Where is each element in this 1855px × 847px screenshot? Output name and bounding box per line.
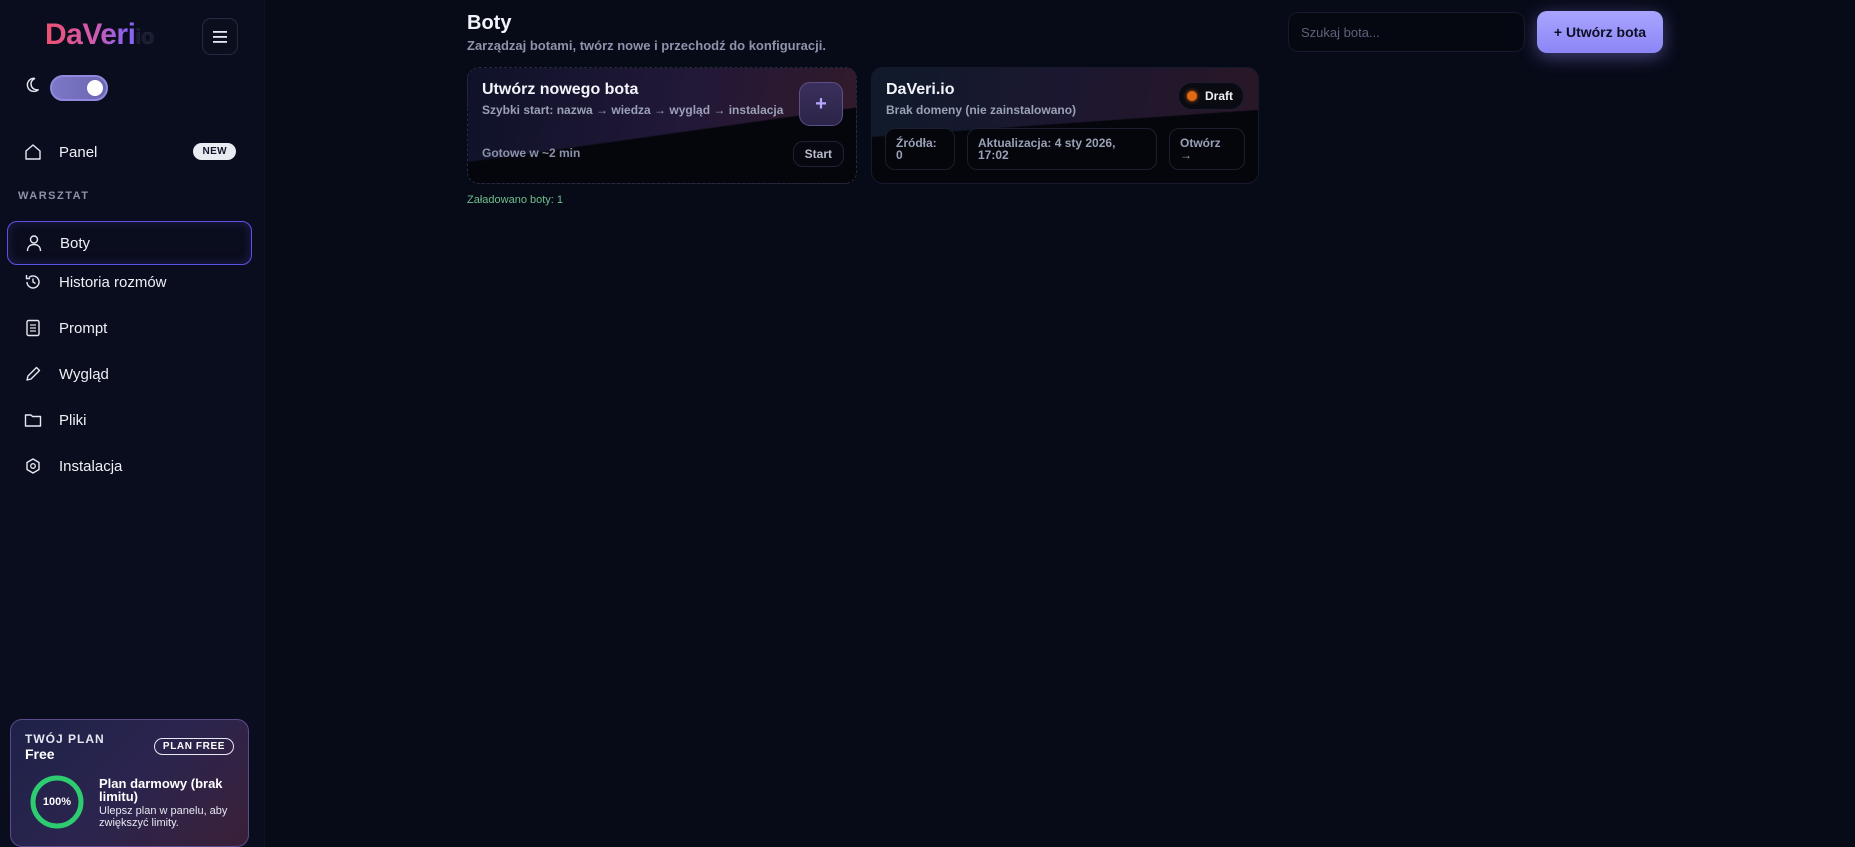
toggle-knob <box>87 80 103 96</box>
bot-domain: Brak domeny (nie zainstalowano) <box>886 103 1077 117</box>
usage-percent: 100% <box>42 796 72 808</box>
sources-value: 0 <box>896 148 903 162</box>
sidebar-item-label: Boty <box>60 234 91 252</box>
open-bot-button[interactable]: Otwórz → <box>1169 128 1245 170</box>
sidebar-item-label: Historia rozmów <box>59 273 167 291</box>
section-label-warsztat: WARSZTAT <box>18 190 90 202</box>
sidebar-item-label: Pliki <box>59 411 87 429</box>
user-icon <box>24 233 44 253</box>
brand-logo[interactable]: DaVeriio <box>45 18 154 52</box>
sidebar-item-label: Wygląd <box>59 365 109 383</box>
plan-name: Free <box>25 746 55 762</box>
sources-chip: Źródła: 0 <box>885 128 955 170</box>
updated-chip: Aktualizacja: 4 sty 2026, 17:02 <box>967 128 1157 170</box>
plan-badge: PLAN FREE <box>153 738 234 755</box>
create-bot-card[interactable]: Utwórz nowego bota Szybki start: nazwa →… <box>467 67 857 184</box>
theme-toggle[interactable] <box>50 75 108 101</box>
sidebar-item-label: Prompt <box>59 319 108 337</box>
page-subtitle: Zarządzaj botami, twórz nowe i przechodź… <box>467 38 826 53</box>
sources-label: Źródła: <box>896 136 937 150</box>
sidebar-item-label: Panel <box>59 143 98 161</box>
sidebar-item-historia[interactable]: Historia rozmów <box>7 260 252 304</box>
updated-time: 17:02 <box>978 148 1009 162</box>
create-card-title: Utwórz nowego bota <box>482 81 639 98</box>
new-badge: NEW <box>193 143 236 160</box>
menu-toggle-button[interactable] <box>202 18 238 55</box>
install-icon <box>23 456 43 476</box>
create-bot-button[interactable]: + Utwórz bota <box>1537 11 1663 53</box>
logo-suffix-text: io <box>135 24 154 49</box>
app-root: DaVeriio Panel NEW WARSZTAT Boty Histori… <box>0 0 1855 847</box>
status-text: Draft <box>1204 89 1233 103</box>
sidebar-item-label: Instalacja <box>59 457 123 475</box>
sidebar-item-wyglad[interactable]: Wygląd <box>7 352 252 396</box>
ready-time-text: Gotowe w ~2 min <box>482 146 581 160</box>
bot-name: DaVeri.io <box>886 81 955 98</box>
loaded-count-text: Załadowano boty: 1 <box>467 194 564 206</box>
logo-main-text: DaVeri <box>45 18 136 51</box>
status-dot-icon <box>1186 91 1197 101</box>
sidebar-item-pliki[interactable]: Pliki <box>7 398 252 442</box>
history-icon <box>23 272 43 292</box>
status-badge: Draft <box>1177 82 1244 110</box>
create-card-subtitle: Szybki start: nazwa → wiedza → wygląd → … <box>482 103 784 117</box>
sidebar-item-instalacja[interactable]: Instalacja <box>7 444 252 488</box>
sidebar: DaVeriio Panel NEW WARSZTAT Boty Histori… <box>0 0 265 847</box>
plan-description: Plan darmowy (brak limitu) Ulepsz plan w… <box>99 777 239 829</box>
folder-icon <box>23 410 43 430</box>
sidebar-item-boty[interactable]: Boty <box>7 221 252 265</box>
hamburger-icon <box>213 30 227 43</box>
bot-card[interactable]: DaVeri.io Brak domeny (nie zainstalowano… <box>871 67 1259 184</box>
plan-heading: Plan darmowy (brak limitu) <box>99 776 223 804</box>
sidebar-item-panel[interactable]: Panel NEW <box>7 130 252 174</box>
page-title: Boty <box>467 12 512 34</box>
start-button[interactable]: Start <box>792 141 844 167</box>
moon-icon <box>26 77 39 93</box>
sidebar-item-prompt[interactable]: Prompt <box>7 306 252 350</box>
document-icon <box>23 318 43 338</box>
search-input[interactable] <box>1288 12 1525 52</box>
home-icon <box>23 142 43 162</box>
pencil-icon <box>23 364 43 384</box>
plan-card: TWÓJ PLAN Free PLAN FREE 100% Plan darmo… <box>10 719 249 847</box>
plan-subtext: Ulepsz plan w panelu, aby zwiększyć limi… <box>99 805 228 829</box>
plan-title: TWÓJ PLAN <box>25 732 105 746</box>
plus-icon[interactable]: + <box>799 82 843 126</box>
arrow-right-icon: → <box>1180 148 1192 162</box>
